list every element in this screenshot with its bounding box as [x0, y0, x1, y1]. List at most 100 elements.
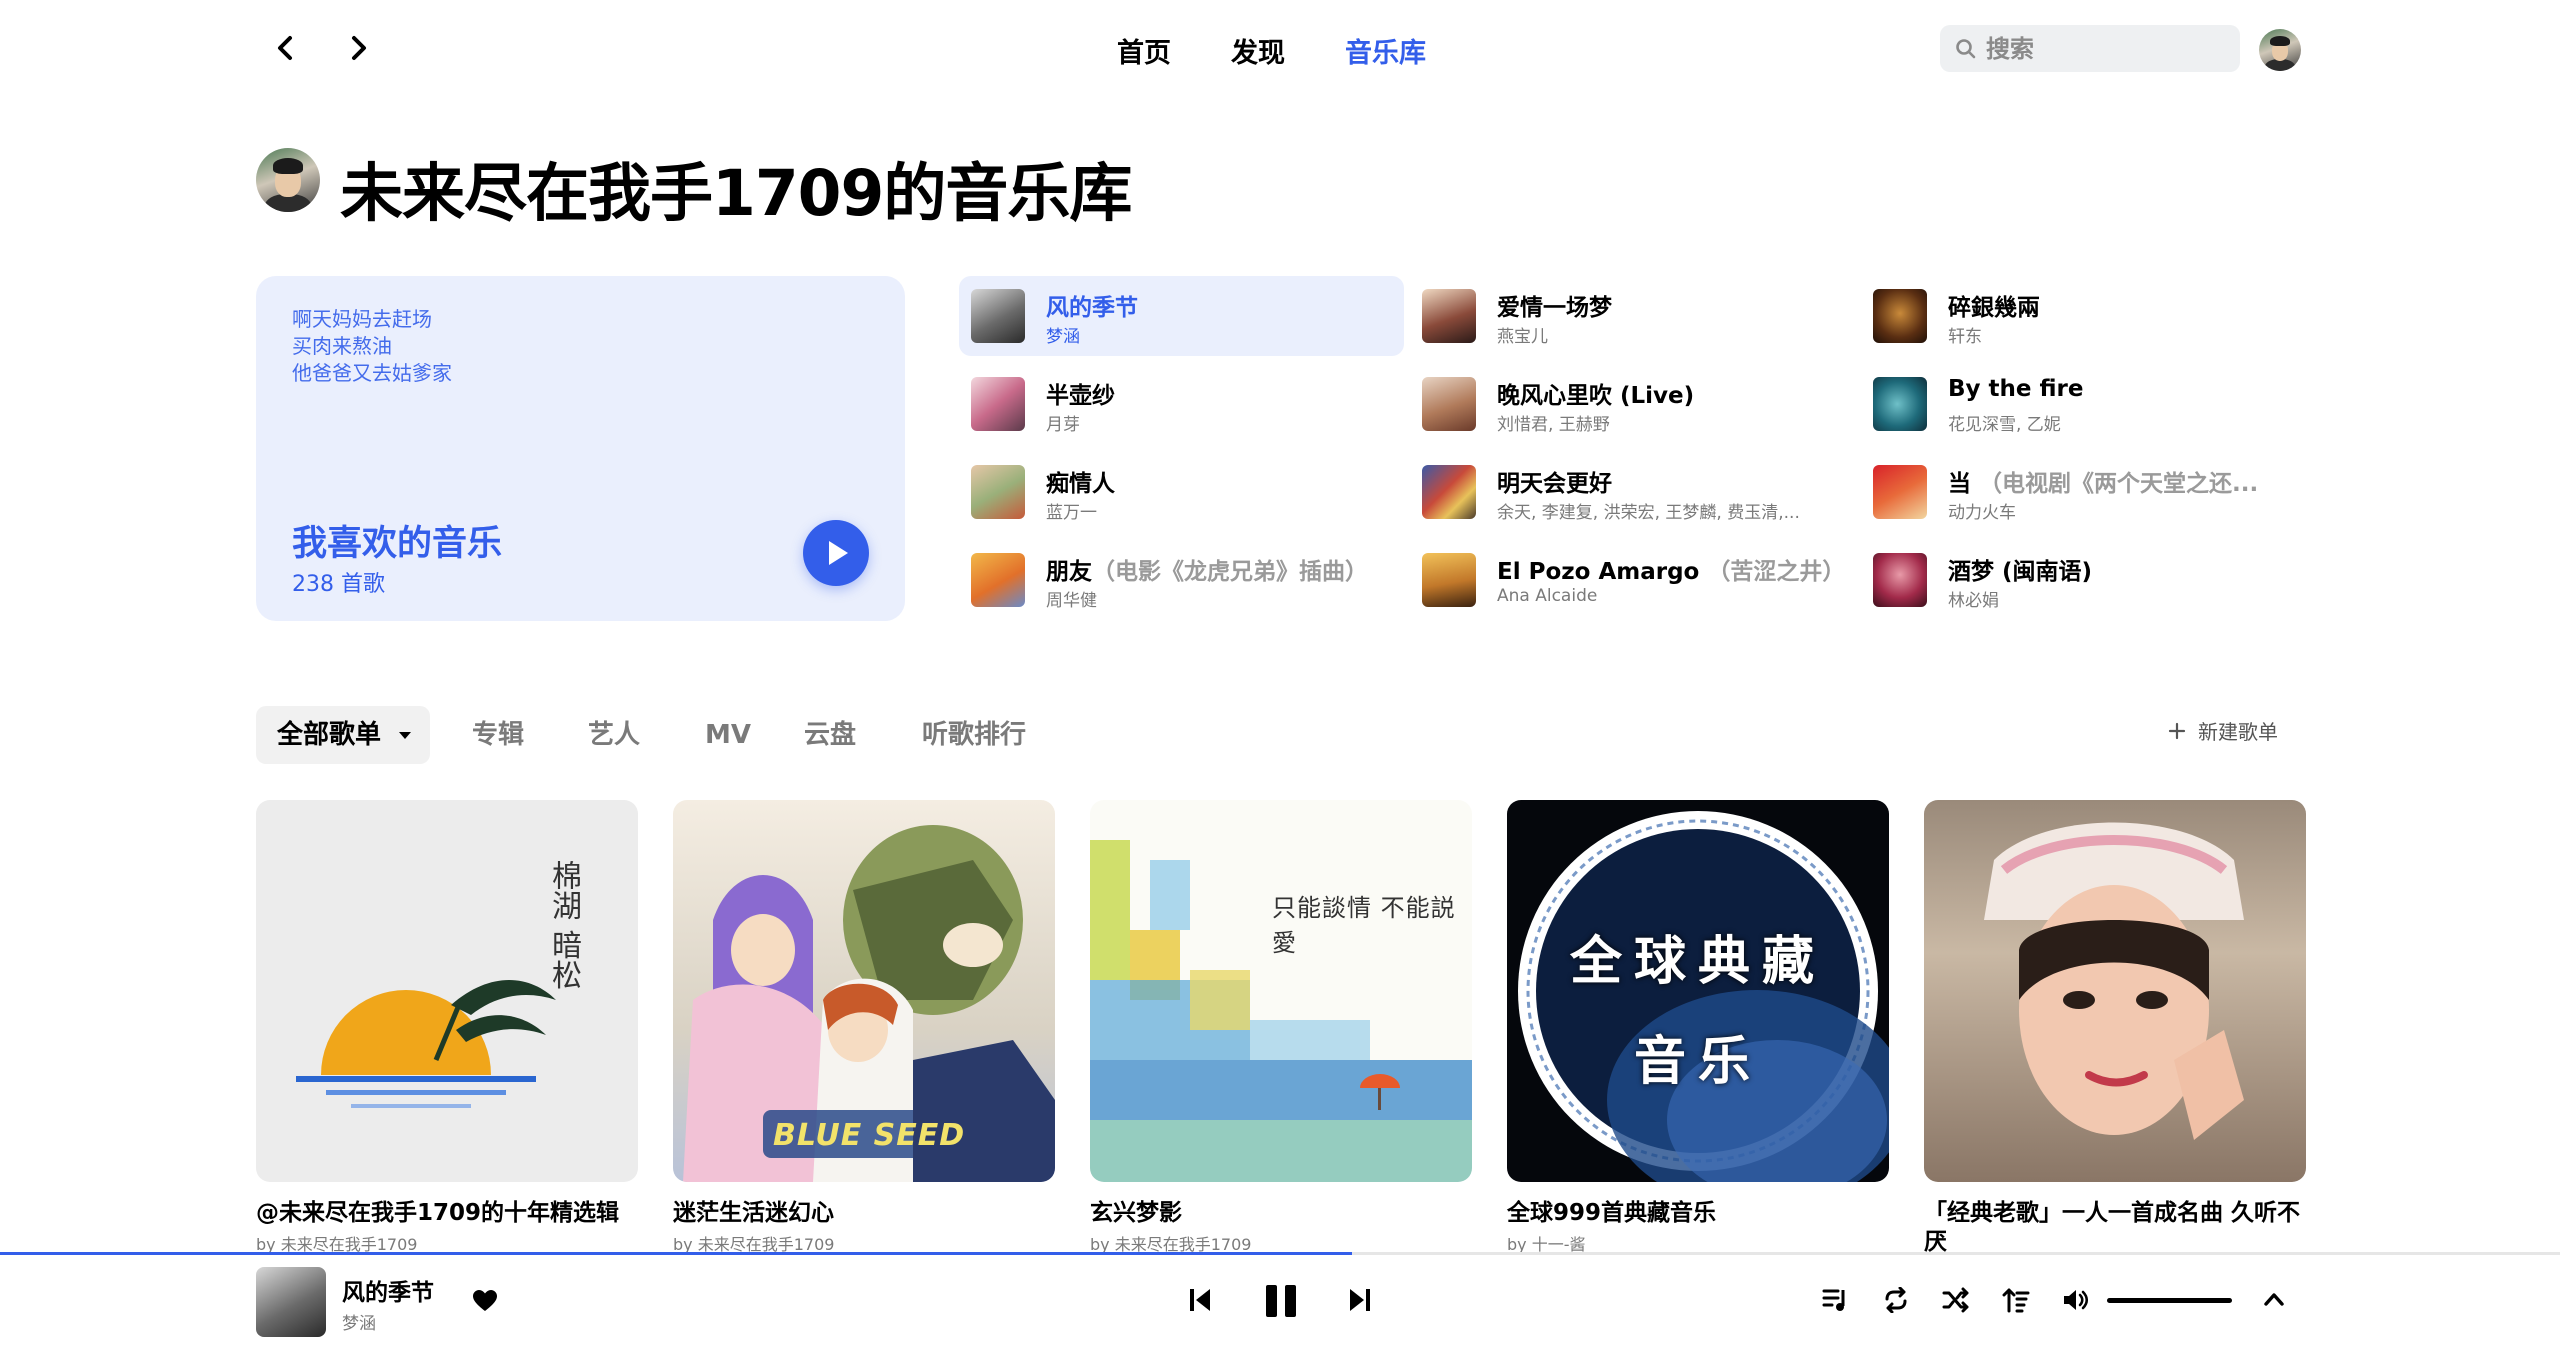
song-cover: [1873, 465, 1927, 519]
new-playlist-label: 新建歌单: [2198, 720, 2278, 744]
pause-icon: [1266, 1285, 1296, 1317]
song-artist[interactable]: 轩东: [1948, 322, 1982, 347]
expand-player-button[interactable]: [2262, 1289, 2286, 1313]
song-artist[interactable]: 燕宝儿: [1497, 322, 1548, 347]
playlist-name[interactable]: 迷茫生活迷幻心: [673, 1199, 1063, 1228]
song-item[interactable]: El Pozo Amargo （苦涩之井） Ana Alcaide: [1410, 540, 1855, 620]
tab-mv[interactable]: MV: [705, 706, 751, 764]
song-item[interactable]: 晚风心里吹 (Live) 刘惜君, 王赫野: [1410, 364, 1855, 444]
now-playing-title[interactable]: 风的季节: [342, 1273, 434, 1307]
liked-songs-count: 238 首歌: [292, 572, 385, 597]
heart-icon: [473, 1290, 497, 1311]
song-title: El Pozo Amargo （苦涩之井）: [1497, 552, 1845, 586]
song-item[interactable]: By the fire 花见深雪, 乙妮: [1861, 364, 2306, 444]
song-title-sub: （苦涩之井）: [1707, 559, 1846, 585]
tab-all-playlists[interactable]: 全部歌单: [256, 706, 430, 764]
shuffle-button[interactable]: [1942, 1287, 1970, 1317]
tab-ranking[interactable]: 听歌排行: [922, 706, 1026, 764]
lyrics-button[interactable]: [2002, 1287, 2030, 1317]
back-button[interactable]: [268, 30, 304, 66]
playlist-cover[interactable]: [1924, 800, 2306, 1182]
playlist-queue-button[interactable]: [1822, 1287, 1850, 1317]
playlist-icon: [1822, 1289, 1845, 1311]
repeat-button[interactable]: [1882, 1286, 1910, 1317]
song-artist[interactable]: 动力火车: [1948, 498, 2016, 523]
song-title: 痴情人: [1046, 471, 1115, 497]
cover-text: 全球典藏 音乐: [1569, 932, 1826, 1092]
next-button[interactable]: [1348, 1287, 1372, 1317]
playlist-name[interactable]: @未来尽在我手1709的十年精选辑: [256, 1199, 646, 1228]
song-artist[interactable]: 花见深雪, 乙妮: [1948, 410, 2061, 435]
playlist-cover[interactable]: BLUE SEED: [673, 800, 1055, 1182]
player-bar: 风的季节 梦涵: [0, 1255, 2560, 1347]
previous-icon: [1190, 1289, 1210, 1311]
playlist-name[interactable]: 「经典老歌」一人一首成名曲 久听不厌: [1924, 1199, 2314, 1257]
song-title: 爱情一场梦: [1497, 295, 1612, 321]
nav-discover[interactable]: 发现: [1231, 31, 1285, 70]
nav-home[interactable]: 首页: [1117, 31, 1171, 70]
song-artist[interactable]: Ana Alcaide: [1497, 586, 1597, 606]
like-button[interactable]: [472, 1289, 498, 1317]
song-cover: [971, 553, 1025, 607]
forward-button[interactable]: [340, 30, 376, 66]
playlist-name[interactable]: 玄兴梦影: [1090, 1199, 1480, 1228]
chevron-right-icon: [352, 36, 366, 60]
song-title-main: El Pozo Amargo: [1497, 559, 1700, 585]
song-artist[interactable]: 月芽: [1046, 410, 1080, 435]
song-title: 碎銀幾兩: [1948, 295, 2040, 321]
song-artist[interactable]: 刘惜君, 王赫野: [1497, 410, 1610, 435]
song-item[interactable]: 明天会更好 余天, 李建复, 洪荣宏, 王梦麟, 费玉清,...: [1410, 452, 1855, 532]
cover-text: 只能談情 不能説愛: [1272, 894, 1456, 957]
song-item[interactable]: 半壶纱 月芽: [959, 364, 1404, 444]
song-artist[interactable]: 蓝万一: [1046, 498, 1097, 523]
volume-button[interactable]: [2062, 1288, 2090, 1316]
previous-button[interactable]: [1188, 1287, 1212, 1317]
cover-text: 棉湖 暗松: [546, 860, 581, 990]
song-item[interactable]: 碎銀幾兩 轩东: [1861, 276, 2306, 356]
plus-icon: [2168, 722, 2186, 739]
play-icon: [829, 541, 848, 565]
page-title: 未来尽在我手1709的音乐库: [340, 157, 1132, 230]
volume-icon: [2064, 1290, 2089, 1310]
song-title: 当 （电视剧《两个天堂之还...: [1948, 464, 2258, 498]
liked-songs-card[interactable]: 啊天妈妈去赶场 买肉来熬油 他爸爸又去姑爹家 我喜欢的音乐 238 首歌: [256, 276, 905, 621]
song-item[interactable]: 爱情一场梦 燕宝儿: [1410, 276, 1855, 356]
tab-cloud[interactable]: 云盘: [804, 706, 856, 764]
playlist-cover[interactable]: 全球典藏 音乐: [1507, 800, 1889, 1182]
user-avatar[interactable]: [2259, 29, 2301, 71]
song-title-sub: （电影《龙虎兄弟》插曲）: [1092, 559, 1368, 585]
song-artist[interactable]: 梦涵: [1046, 322, 1080, 347]
now-playing-cover[interactable]: [256, 1267, 326, 1337]
song-artist[interactable]: 周华健: [1046, 586, 1097, 611]
tab-albums[interactable]: 专辑: [472, 706, 524, 764]
playlist-cover[interactable]: 只能談情 不能説愛: [1090, 800, 1472, 1182]
song-title-main: 朋友: [1046, 559, 1092, 585]
song-title-sub: （电视剧《两个天堂之还...: [1979, 471, 2259, 497]
song-cover: [971, 377, 1025, 431]
song-item[interactable]: 风的季节 梦涵: [959, 276, 1404, 356]
song-item[interactable]: 痴情人 蓝万一: [959, 452, 1404, 532]
search-input[interactable]: [1984, 33, 2218, 64]
song-item[interactable]: 朋友（电影《龙虎兄弟》插曲） 周华健: [959, 540, 1404, 620]
volume-slider[interactable]: [2107, 1298, 2232, 1303]
song-title: 朋友（电影《龙虎兄弟》插曲）: [1046, 552, 1368, 586]
nav-library[interactable]: 音乐库: [1345, 31, 1426, 70]
liked-songs-title: 我喜欢的音乐: [292, 524, 503, 564]
song-artist[interactable]: 余天, 李建复, 洪荣宏, 王梦麟, 费玉清,...: [1497, 498, 1800, 523]
now-playing-artist[interactable]: 梦涵: [342, 1309, 376, 1334]
search-box[interactable]: [1940, 25, 2240, 72]
playlist-name[interactable]: 全球999首典藏音乐: [1507, 1199, 1897, 1228]
song-cover: [1422, 465, 1476, 519]
playlist-cover[interactable]: 棉湖 暗松: [256, 800, 638, 1182]
song-artist[interactable]: 林必娟: [1948, 586, 1999, 611]
pause-button[interactable]: [1264, 1283, 1298, 1323]
next-icon: [1350, 1289, 1370, 1311]
song-item[interactable]: 当 （电视剧《两个天堂之还... 动力火车: [1861, 452, 2306, 532]
song-cover: [1422, 553, 1476, 607]
tab-artists[interactable]: 艺人: [588, 706, 640, 764]
lyrics-preview: 啊天妈妈去赶场 买肉来熬油 他爸爸又去姑爹家: [292, 306, 452, 387]
song-item[interactable]: 酒梦 (闽南语) 林必娟: [1861, 540, 2306, 620]
song-cover: [1422, 377, 1476, 431]
new-playlist-button[interactable]: 新建歌单: [2168, 716, 2278, 745]
play-liked-button[interactable]: [803, 520, 869, 586]
